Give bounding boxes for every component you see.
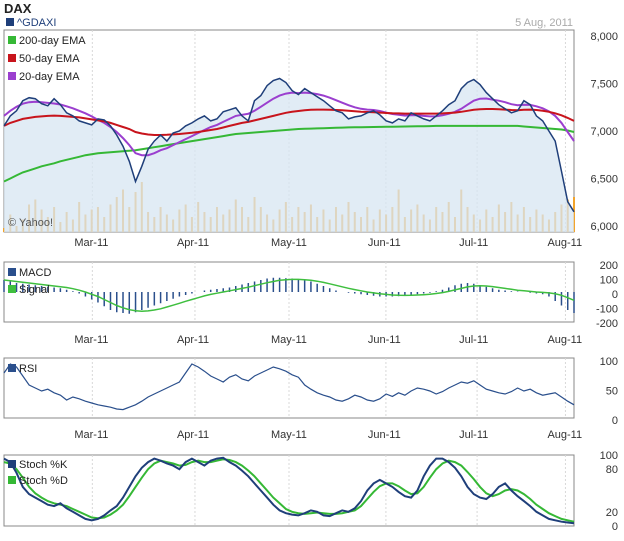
price-y-tick-label: 7,500 — [590, 79, 618, 91]
price-legend-swatch — [8, 72, 16, 80]
price-x-tick-label: May-11 — [271, 237, 307, 249]
date-label: 5 Aug, 2011 — [515, 17, 573, 29]
stock-chart: DAX ^GDAXI 5 Aug, 2011 Mar-11 Apr-11 May-1… — [3, 1, 618, 533]
stoch-y-tick-label: 80 — [606, 464, 618, 476]
macd-legend-label: MACD — [19, 267, 51, 279]
macd-x-tick-label: Aug-11 — [547, 334, 582, 346]
stoch-k-legend-swatch — [8, 460, 16, 468]
symbol-swatch — [6, 18, 14, 26]
macd-y-tick-label: 0 — [612, 289, 618, 301]
price-x-tick-label: Jun-11 — [368, 237, 401, 249]
chart-stage: DAX ^GDAXI 5 Aug, 2011 Mar-11 Apr-11 May-1… — [0, 0, 624, 541]
macd-x-tick-label: Apr-11 — [177, 334, 209, 346]
signal-legend-swatch — [8, 285, 16, 293]
stoch-d-legend-label: Stoch %D — [19, 475, 68, 487]
macd-x-tick-label: Jun-11 — [368, 334, 401, 346]
watermark: © Yahoo! — [8, 217, 53, 229]
price-x-tick-label: Apr-11 — [177, 237, 209, 249]
macd-x-tick-label: Mar-11 — [74, 334, 108, 346]
rsi-x-tick-label: Jun-11 — [368, 429, 401, 441]
price-legend-label: 200-day EMA — [19, 35, 86, 47]
rsi-legend-label: RSI — [19, 363, 37, 375]
price-legend-swatch — [8, 54, 16, 62]
macd-y-tick-label: -100 — [596, 304, 618, 316]
macd-y-tick-label: -200 — [596, 318, 618, 330]
rsi-x-tick-label: Mar-11 — [74, 429, 108, 441]
signal-legend-label: Signal — [19, 284, 50, 296]
stoch-y-tick-label: 20 — [606, 507, 618, 519]
price-y-tick-label: 8,000 — [590, 31, 618, 43]
rsi-y-tick-label: 0 — [612, 415, 618, 427]
price-legend-swatch — [8, 36, 16, 44]
rsi-y-tick-label: 100 — [600, 356, 618, 368]
rsi-x-tick-label: May-11 — [271, 429, 307, 441]
rsi-legend-swatch — [8, 364, 16, 372]
stoch-y-tick-label: 100 — [600, 450, 618, 462]
symbol-label: ^GDAXI — [17, 17, 56, 29]
stoch-d-legend-swatch — [8, 476, 16, 484]
price-x-tick-label: Aug-11 — [547, 237, 582, 249]
stoch-k-legend-label: Stoch %K — [19, 459, 68, 471]
price-x-tick-label: Jul-11 — [459, 237, 488, 249]
chart-title: DAX — [4, 1, 32, 16]
macd-y-tick-label: 200 — [600, 260, 618, 272]
price-y-tick-label: 6,500 — [590, 174, 618, 186]
price-y-tick-label: 7,000 — [590, 126, 618, 138]
macd-y-tick-label: 100 — [600, 275, 618, 287]
price-legend-label: 20-day EMA — [19, 71, 80, 83]
stoch-y-tick-label: 0 — [612, 521, 618, 533]
macd-legend-swatch — [8, 268, 16, 276]
rsi-y-tick-label: 50 — [606, 386, 618, 398]
macd-x-tick-label: May-11 — [271, 334, 307, 346]
price-y-tick-label: 6,000 — [590, 221, 618, 233]
macd-x-tick-label: Jul-11 — [459, 334, 488, 346]
price-legend-label: 50-day EMA — [19, 53, 80, 65]
rsi-x-tick-label: Jul-11 — [459, 429, 488, 441]
rsi-x-tick-label: Apr-11 — [177, 429, 209, 441]
price-x-tick-label: Mar-11 — [74, 237, 108, 249]
rsi-x-tick-label: Aug-11 — [547, 429, 582, 441]
